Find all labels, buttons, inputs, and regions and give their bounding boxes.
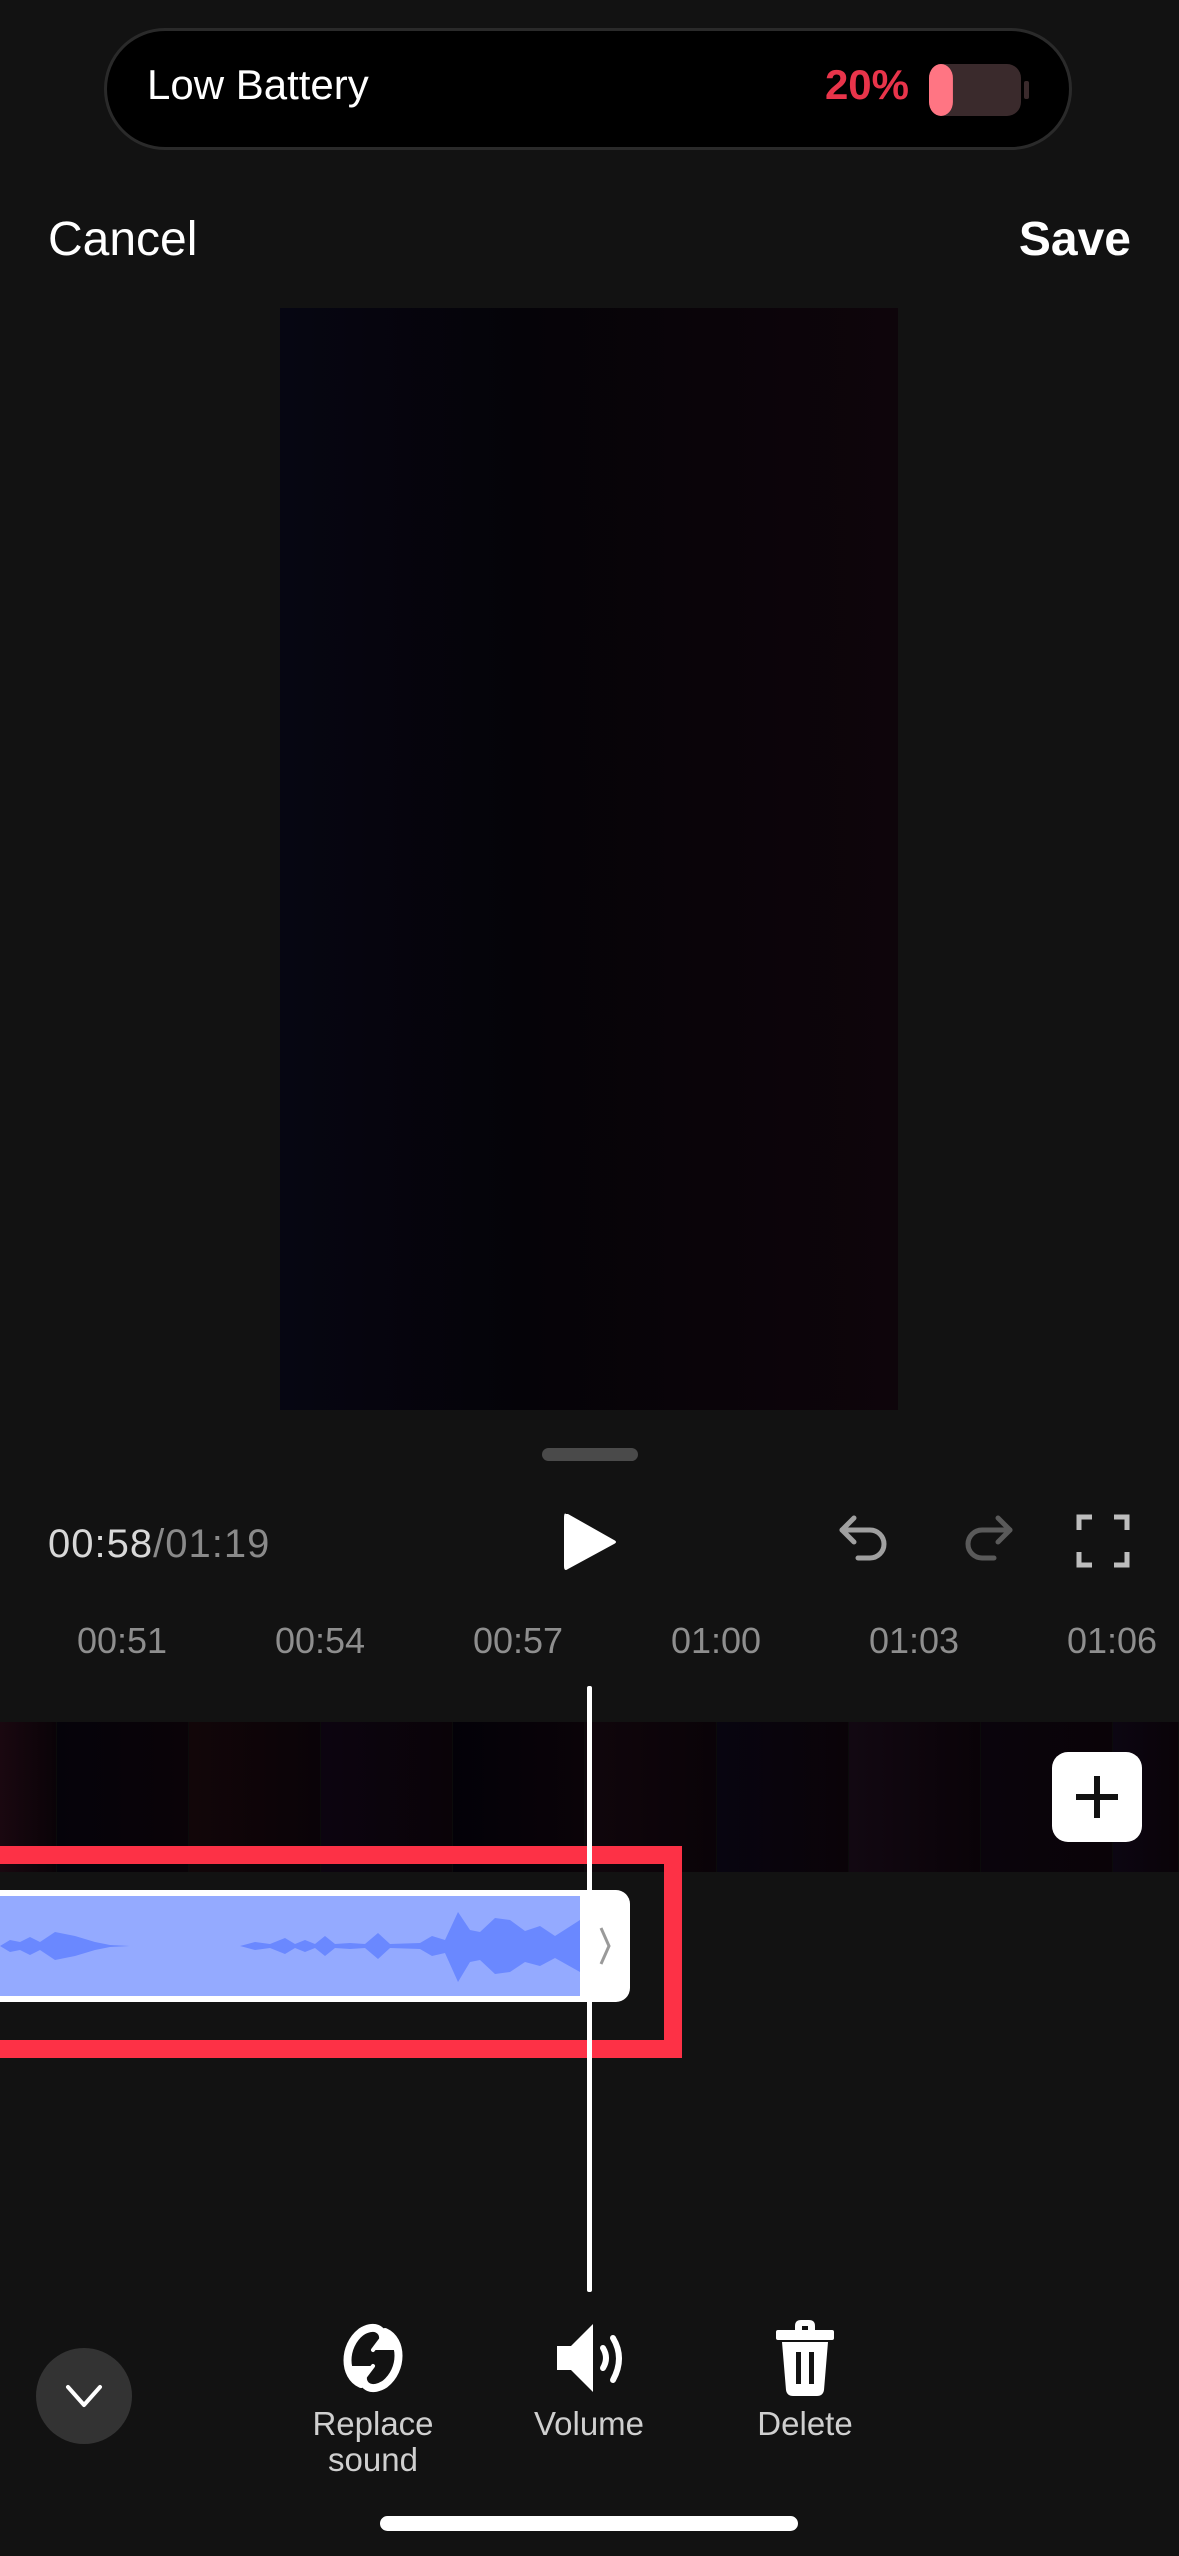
video-frame-thumbnail [849,1722,981,1872]
play-icon[interactable] [560,1510,620,1574]
collapse-button[interactable] [36,2348,132,2444]
cancel-button[interactable]: Cancel [48,212,197,267]
ruler-tick: 00:51 [76,1620,168,1661]
trash-icon [760,2318,850,2398]
volume-button[interactable]: Volume [494,2318,684,2442]
time-display: 00:58/01:19 [48,1522,270,1567]
drag-handle[interactable] [542,1448,638,1461]
add-clip-button[interactable] [1052,1752,1142,1842]
time-separator: / [153,1522,166,1566]
total-time: 01:19 [165,1522,271,1566]
replace-sound-icon [328,2318,418,2398]
ruler-tick: 00:57 [472,1620,564,1661]
current-time: 00:58 [48,1522,154,1566]
video-frame-thumbnail [321,1722,453,1872]
battery-percent: 20% [824,61,909,108]
chevron-down-icon [66,2385,102,2407]
video-frame-thumbnail [585,1722,717,1872]
video-frame-thumbnail [453,1722,585,1872]
battery-label: Low Battery [147,61,369,108]
ruler-tick: 00:54 [274,1620,366,1661]
delete-button[interactable]: Delete [710,2318,900,2442]
replace-sound-label: Replace sound [312,2405,434,2478]
volume-label: Volume [533,2405,645,2442]
chevron-right-icon [599,1927,611,1965]
video-frame-thumbnail [717,1722,849,1872]
ruler-tick: 01:03 [868,1620,960,1661]
undo-icon[interactable] [836,1512,892,1568]
battery-icon [929,64,1029,116]
waveform-shape [0,1912,580,1982]
redo-icon[interactable] [960,1512,1016,1568]
ruler-tick: 01:00 [670,1620,762,1661]
video-frame-thumbnail [57,1722,189,1872]
audio-clip[interactable] [0,1890,630,2002]
speaker-icon [544,2318,634,2398]
plus-icon [1076,1776,1118,1818]
fullscreen-icon[interactable] [1076,1514,1130,1568]
home-indicator[interactable] [380,2516,798,2531]
video-preview[interactable] [280,308,898,1410]
video-frame-thumbnail [0,1722,57,1872]
video-frame-thumbnail [189,1722,321,1872]
low-battery-banner: Low Battery 20% [104,28,1072,150]
delete-label: Delete [757,2405,853,2442]
replace-sound-button[interactable]: Replace sound [278,2318,468,2478]
ruler-tick: 01:06 [1066,1620,1158,1661]
playhead[interactable] [587,1686,592,2292]
audio-waveform [0,1896,580,1996]
save-button[interactable]: Save [1019,212,1131,267]
